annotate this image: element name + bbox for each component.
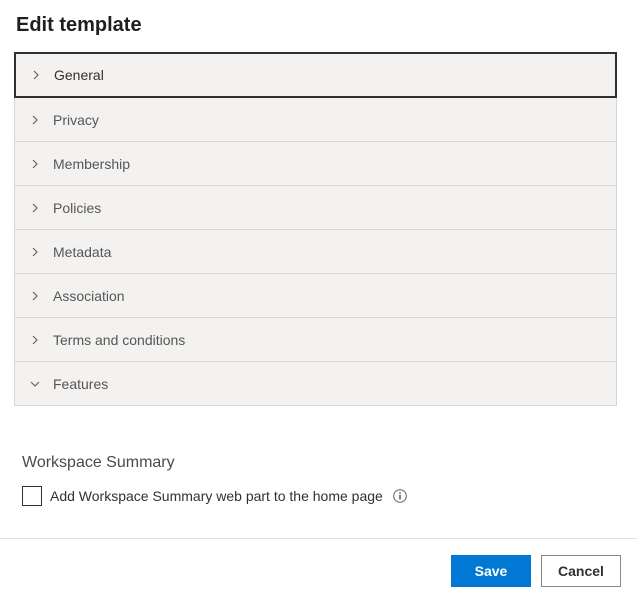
chevron-down-icon: [29, 378, 41, 390]
chevron-right-icon: [29, 114, 41, 126]
accordion-label: Policies: [53, 200, 101, 216]
chevron-right-icon: [29, 334, 41, 346]
accordion-label: Membership: [53, 156, 130, 172]
accordion-item-terms[interactable]: Terms and conditions: [14, 318, 617, 362]
chevron-right-icon: [30, 69, 42, 81]
accordion-label: Terms and conditions: [53, 332, 185, 348]
accordion-label: General: [54, 67, 104, 83]
accordion-item-metadata[interactable]: Metadata: [14, 230, 617, 274]
accordion-item-membership[interactable]: Membership: [14, 142, 617, 186]
accordion-item-features[interactable]: Features: [14, 362, 617, 406]
scroll-area[interactable]: General Privacy Membership Policies Meta: [14, 52, 617, 538]
workspace-summary-title: Workspace Summary: [22, 454, 609, 472]
workspace-summary-checkbox-row: Add Workspace Summary web part to the ho…: [22, 486, 609, 506]
workspace-summary-checkbox[interactable]: [22, 486, 42, 506]
accordion-label: Metadata: [53, 244, 111, 260]
accordion: General Privacy Membership Policies Meta: [14, 52, 617, 406]
chevron-right-icon: [29, 290, 41, 302]
cancel-button[interactable]: Cancel: [541, 555, 621, 587]
footer: Save Cancel: [0, 538, 637, 602]
save-button[interactable]: Save: [451, 555, 531, 587]
accordion-item-association[interactable]: Association: [14, 274, 617, 318]
info-icon[interactable]: [393, 489, 407, 503]
workspace-summary-checkbox-label: Add Workspace Summary web part to the ho…: [50, 488, 383, 504]
panel-title: Edit template: [0, 0, 637, 57]
accordion-label: Privacy: [53, 112, 99, 128]
workspace-summary-section: Workspace Summary Add Workspace Summary …: [14, 454, 617, 538]
accordion-item-general[interactable]: General: [14, 52, 617, 98]
accordion-label: Features: [53, 376, 108, 392]
chevron-right-icon: [29, 202, 41, 214]
accordion-label: Association: [53, 288, 125, 304]
chevron-right-icon: [29, 158, 41, 170]
chevron-right-icon: [29, 246, 41, 258]
accordion-item-privacy[interactable]: Privacy: [14, 98, 617, 142]
accordion-item-policies[interactable]: Policies: [14, 186, 617, 230]
